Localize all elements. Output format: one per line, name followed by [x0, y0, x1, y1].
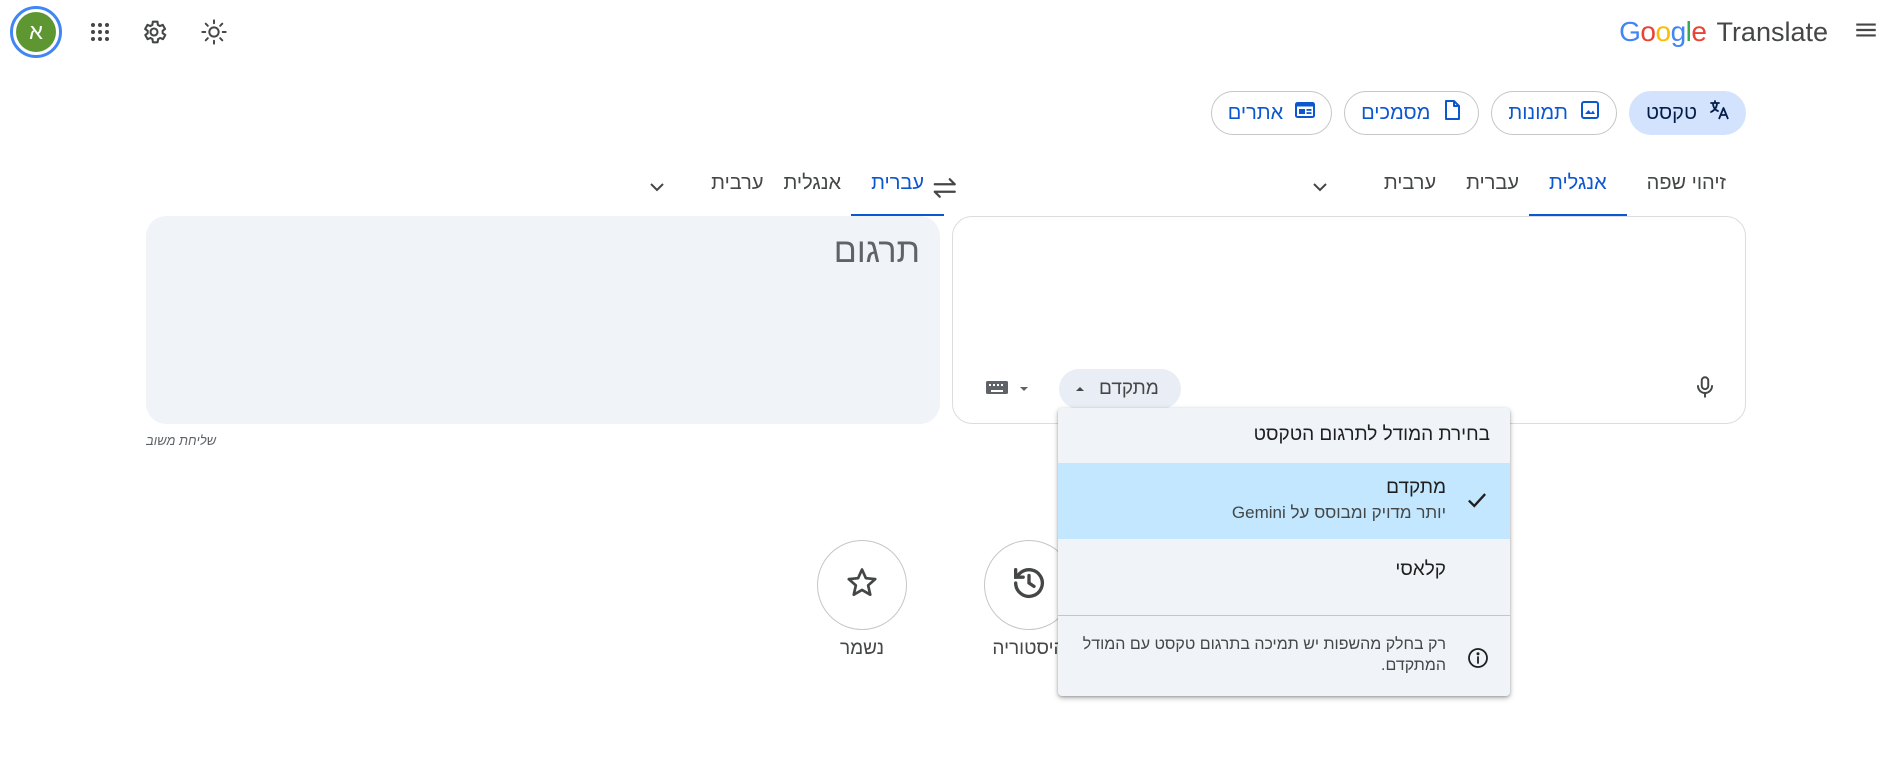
mode-chip-label: תמונות: [1508, 101, 1568, 124]
info-text: רק בחלק מהשפות יש תמיכה בתרגום טקסט עם ה…: [1082, 636, 1446, 674]
website-icon: [1293, 98, 1317, 128]
translation-output-panel: תרגום: [146, 216, 940, 424]
saved-label: נשמר: [839, 638, 885, 659]
mode-chip-label: מסמכים: [1361, 101, 1431, 124]
mode-chip-images[interactable]: תמונות: [1491, 91, 1617, 135]
image-icon: [1578, 98, 1602, 128]
lang-label: אנגלית: [1549, 172, 1607, 194]
model-dropdown-menu: בחירת המודל לתרגום הטקסט מתקדם יותר מדוי…: [1058, 408, 1510, 696]
settings-gear-icon[interactable]: [136, 14, 172, 50]
caret-down-icon: [1019, 381, 1029, 399]
apps-grid-icon[interactable]: [82, 14, 118, 50]
dropdown-info: רק בחלק מהשפות יש תמיכה בתרגום טקסט עם ה…: [1058, 616, 1510, 696]
input-tools[interactable]: [985, 378, 1029, 401]
model-option-advanced[interactable]: מתקדם יותר מדויק ומבוסס על Gemini: [1058, 463, 1510, 539]
target-lang-arabic[interactable]: ערבית: [701, 162, 773, 216]
product-name: Translate: [1716, 16, 1828, 47]
lang-label: עברית: [1466, 172, 1520, 194]
source-text-panel[interactable]: מתקדם: [952, 216, 1746, 424]
google-translate-logo[interactable]: Google Translate: [1619, 14, 1828, 50]
source-lang-english[interactable]: אנגלית: [1529, 162, 1627, 216]
mode-chip-label: טקסט: [1645, 101, 1697, 124]
lang-label: עברית: [871, 172, 924, 194]
target-language-bar: עברית אנגלית ערבית: [635, 162, 944, 216]
avatar-letter: א: [16, 12, 56, 52]
mode-chips: טקסט תמונות מסמכים אתרים: [1210, 91, 1746, 135]
mode-chip-websites[interactable]: אתרים: [1210, 91, 1333, 135]
translate-icon: [1707, 98, 1731, 128]
target-lang-english[interactable]: אנגלית: [773, 162, 851, 216]
source-lang-detect[interactable]: זיהוי שפה: [1627, 162, 1746, 216]
source-lang-arabic[interactable]: ערבית: [1364, 162, 1456, 216]
menu-icon[interactable]: [1850, 14, 1882, 46]
mode-chip-documents[interactable]: מסמכים: [1344, 91, 1480, 135]
logo-letter: o: [1640, 16, 1656, 47]
source-lang-hebrew[interactable]: עברית: [1456, 162, 1529, 216]
translation-placeholder: תרגום: [833, 232, 920, 270]
saved-button[interactable]: [817, 540, 907, 630]
mode-chip-label: אתרים: [1227, 101, 1284, 124]
caret-up-icon: [1075, 378, 1085, 400]
logo-letter: g: [1670, 16, 1687, 47]
option-name: מתקדם: [1386, 477, 1446, 498]
lang-label: אנגלית: [783, 172, 842, 194]
google-wordmark: Google: [1619, 16, 1707, 48]
logo-letter: G: [1619, 16, 1641, 47]
target-lang-hebrew[interactable]: עברית: [851, 162, 944, 216]
model-option-classic[interactable]: קלאסי: [1058, 539, 1510, 615]
document-icon: [1440, 98, 1464, 128]
logo-letter: e: [1691, 16, 1707, 47]
history-icon: [1009, 563, 1049, 608]
check-icon: [1464, 487, 1490, 513]
model-selector-button[interactable]: מתקדם: [1059, 369, 1181, 409]
star-icon: [844, 565, 880, 606]
logo-letter: o: [1655, 16, 1671, 47]
lang-label: ערבית: [711, 172, 764, 194]
account-avatar[interactable]: א: [10, 6, 62, 58]
send-feedback-link[interactable]: שליחת משוב: [146, 433, 216, 448]
lang-label: ערבית: [1383, 172, 1437, 194]
target-lang-more-chevron-down-icon[interactable]: [635, 162, 679, 216]
model-selector-label: מתקדם: [1099, 378, 1159, 399]
microphone-icon[interactable]: [1691, 373, 1719, 401]
mode-chip-text[interactable]: טקסט: [1628, 91, 1746, 135]
source-lang-more-chevron-down-icon[interactable]: [1298, 162, 1342, 216]
dropdown-title: בחירת המודל לתרגום הטקסט: [1253, 424, 1490, 445]
lang-label: זיהוי שפה: [1646, 172, 1726, 194]
theme-sun-icon[interactable]: [196, 14, 232, 50]
option-name: קלאסי: [1395, 559, 1446, 580]
source-language-bar: זיהוי שפה אנגלית עברית ערבית: [1298, 162, 1746, 216]
info-icon: [1466, 646, 1490, 670]
keyboard-icon: [985, 378, 1009, 401]
top-bar: Google Translate א: [0, 0, 1896, 64]
option-description: יותר מדויק ומבוסס על Gemini: [1231, 503, 1446, 522]
